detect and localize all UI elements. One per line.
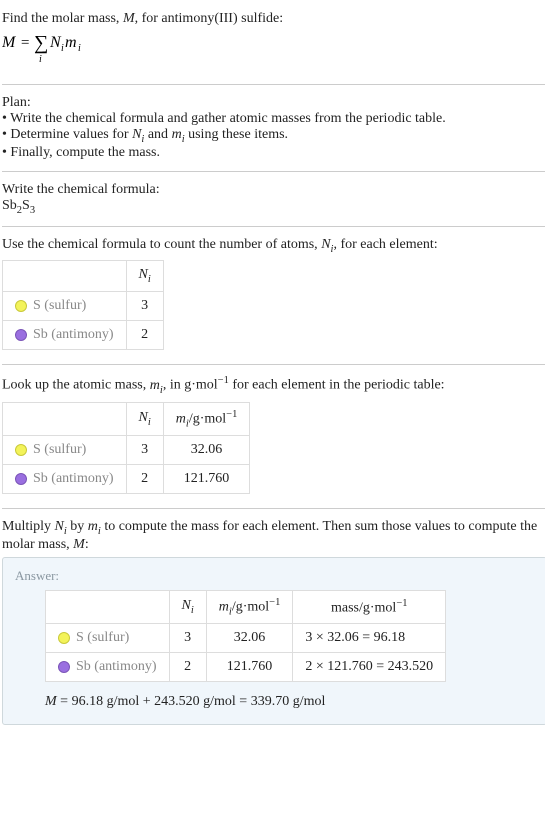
separator	[2, 171, 545, 172]
empty-header	[46, 590, 170, 623]
sulfur-m: 32.06	[163, 436, 250, 465]
antimony-cell: Sb (antimony)	[3, 465, 127, 494]
table-row: Sb (antimony) 2 121.760 2 × 121.760 = 24…	[46, 653, 446, 682]
Ni-header: Ni	[169, 590, 206, 623]
write-formula-section: Write the chemical formula: Sb2S3	[2, 176, 545, 222]
antimony-cell: Sb (antimony)	[3, 321, 127, 350]
separator	[2, 508, 545, 509]
answer-label: Answer:	[15, 568, 534, 584]
svg-text:i: i	[78, 43, 81, 54]
antimony-N: 2	[126, 465, 163, 494]
sulfur-mass: 3 × 32.06 = 96.18	[293, 624, 446, 653]
Ni-header: Ni	[126, 261, 163, 292]
intro-text-post: , for antimony(III) sulfide:	[135, 11, 284, 26]
molar-mass-formula: M = ∑ i N i m i	[2, 29, 545, 68]
mass-header: mass/g·mol−1	[293, 590, 446, 623]
separator	[2, 84, 545, 85]
plan-bullet-1: • Write the chemical formula and gather …	[2, 111, 545, 127]
sulfur-N: 3	[126, 292, 163, 321]
table-row: S (sulfur) 3 32.06	[3, 436, 250, 465]
intro-line: Find the molar mass, M, for antimony(III…	[2, 11, 545, 27]
table-row: S (sulfur) 3	[3, 292, 164, 321]
sulfur-cell: S (sulfur)	[3, 436, 127, 465]
sulfur-dot-icon	[58, 632, 70, 644]
antimony-dot-icon	[15, 473, 27, 485]
atom-count-table: Ni S (sulfur) 3 Sb (antimony) 2	[2, 260, 164, 350]
multiply-text: Multiply Ni by mi to compute the mass fo…	[2, 519, 545, 553]
mi-header: mi/g·mol−1	[206, 590, 293, 623]
table-header-row: Ni mi/g·mol−1	[3, 402, 250, 435]
antimony-mass: 2 × 121.760 = 243.520	[293, 653, 446, 682]
svg-text:i: i	[39, 54, 42, 63]
plan-bullet-3: • Finally, compute the mass.	[2, 145, 545, 161]
mi-symbol: mi	[150, 378, 163, 393]
formula-svg: M = ∑ i N i m i	[2, 29, 92, 63]
sulfur-cell: S (sulfur)	[3, 292, 127, 321]
table-row: Sb (antimony) 2 121.760	[3, 465, 250, 494]
antimony-N: 2	[126, 321, 163, 350]
empty-header	[3, 402, 127, 435]
sulfur-N: 3	[126, 436, 163, 465]
sulfur-cell: S (sulfur)	[46, 624, 170, 653]
write-formula-title: Write the chemical formula:	[2, 182, 545, 198]
empty-header	[3, 261, 127, 292]
multiply-section: Multiply Ni by mi to compute the mass fo…	[2, 513, 545, 731]
mi-symbol: mi	[88, 519, 101, 534]
sulfur-N: 3	[169, 624, 206, 653]
antimony-dot-icon	[15, 329, 27, 341]
answer-table: Ni mi/g·mol−1 mass/g·mol−1 S (sulfur) 3 …	[45, 590, 446, 682]
intro-text-pre: Find the molar mass,	[2, 11, 123, 26]
count-text: Use the chemical formula to count the nu…	[2, 237, 545, 255]
lookup-text: Look up the atomic mass, mi, in g·mol−1 …	[2, 375, 545, 395]
table-row: Sb (antimony) 2	[3, 321, 164, 350]
lookup-section: Look up the atomic mass, mi, in g·mol−1 …	[2, 369, 545, 504]
mi-header: mi/g·mol−1	[163, 402, 250, 435]
intro-M: M	[123, 11, 135, 26]
answer-content: Ni mi/g·mol−1 mass/g·mol−1 S (sulfur) 3 …	[15, 590, 534, 710]
final-molar-mass: M = 96.18 g/mol + 243.520 g/mol = 339.70…	[45, 694, 534, 710]
plan-section: Plan: • Write the chemical formula and g…	[2, 89, 545, 167]
antimony-m: 121.760	[206, 653, 293, 682]
antimony-N: 2	[169, 653, 206, 682]
svg-text:i: i	[61, 43, 64, 54]
sulfur-dot-icon	[15, 444, 27, 456]
separator	[2, 226, 545, 227]
antimony-cell: Sb (antimony)	[46, 653, 170, 682]
antimony-dot-icon	[58, 661, 70, 673]
sulfur-dot-icon	[15, 300, 27, 312]
svg-text:M: M	[2, 34, 17, 51]
svg-text:=: =	[20, 35, 30, 51]
mi-symbol: mi	[172, 127, 185, 142]
Ni-symbol: Ni	[132, 127, 144, 142]
plan-title: Plan:	[2, 95, 545, 111]
chemical-formula: Sb2S3	[2, 198, 545, 216]
Ni-header: Ni	[126, 402, 163, 435]
Ni-symbol: Ni	[55, 519, 67, 534]
table-row: S (sulfur) 3 32.06 3 × 32.06 = 96.18	[46, 624, 446, 653]
plan-bullet-2: • Determine values for Ni and mi using t…	[2, 127, 545, 145]
separator	[2, 364, 545, 365]
intro-section: Find the molar mass, M, for antimony(III…	[2, 5, 545, 80]
count-section: Use the chemical formula to count the nu…	[2, 231, 545, 361]
Ni-symbol: Ni	[321, 237, 333, 252]
antimony-m: 121.760	[163, 465, 250, 494]
svg-text:∑: ∑	[34, 32, 48, 54]
table-header-row: Ni mi/g·mol−1 mass/g·mol−1	[46, 590, 446, 623]
svg-text:m: m	[65, 34, 77, 51]
atomic-mass-table: Ni mi/g·mol−1 S (sulfur) 3 32.06 Sb (ant…	[2, 402, 250, 494]
answer-box: Answer: Ni mi/g·mol−1 mass/g·mol−1 S (su…	[2, 557, 545, 725]
sulfur-m: 32.06	[206, 624, 293, 653]
table-header-row: Ni	[3, 261, 164, 292]
M-symbol: M	[73, 537, 85, 552]
